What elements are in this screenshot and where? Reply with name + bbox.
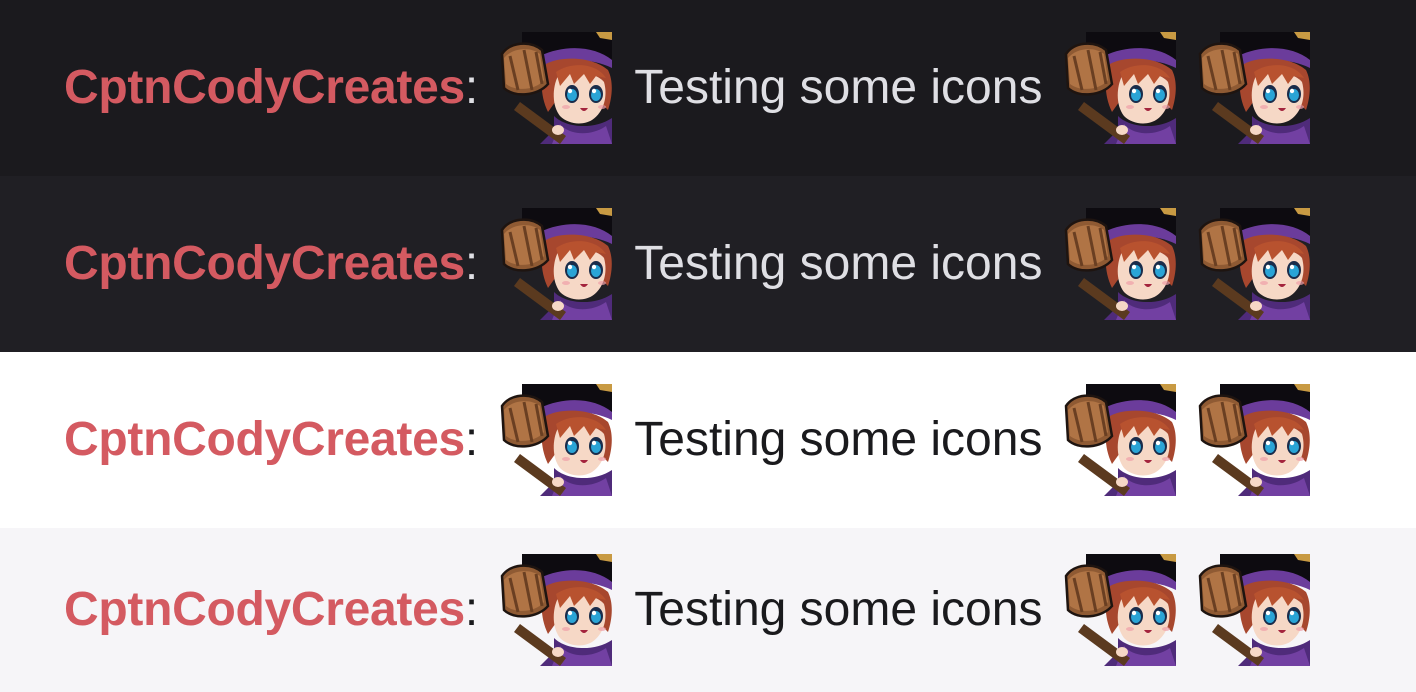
chat-preview-list: CptnCodyCreates : Testing some icons Cpt… <box>0 0 1416 692</box>
hammer-witch-emote-icon <box>500 32 612 144</box>
chat-message-text: Testing some icons <box>634 413 1043 466</box>
chat-row-light-1: CptnCodyCreates : Testing some icons <box>0 352 1416 528</box>
chat-message-text: Testing some icons <box>634 61 1043 114</box>
hammer-witch-emote-icon <box>1198 384 1310 496</box>
chat-message-text: Testing some icons <box>634 237 1043 290</box>
chat-row-dark-2: CptnCodyCreates : Testing some icons <box>0 176 1416 352</box>
hammer-witch-emote-icon <box>1064 32 1176 144</box>
hammer-witch-emote-icon <box>500 384 612 496</box>
chat-separator: : <box>464 413 479 466</box>
hammer-witch-emote-icon <box>1064 208 1176 320</box>
chat-message-text: Testing some icons <box>634 583 1043 636</box>
hammer-witch-emote-icon <box>1064 554 1176 666</box>
hammer-witch-emote-icon <box>1198 208 1310 320</box>
chat-username[interactable]: CptnCodyCreates <box>64 416 465 464</box>
chat-separator: : <box>464 61 479 114</box>
hammer-witch-emote-icon <box>1064 384 1176 496</box>
chat-username[interactable]: CptnCodyCreates <box>64 586 465 634</box>
hammer-witch-emote-icon <box>1198 32 1310 144</box>
chat-separator: : <box>464 583 479 636</box>
hammer-witch-emote-icon <box>1198 554 1310 666</box>
chat-separator: : <box>464 237 479 290</box>
chat-username[interactable]: CptnCodyCreates <box>64 64 465 112</box>
chat-row-light-2: CptnCodyCreates : Testing some icons <box>0 528 1416 692</box>
chat-row-dark-1: CptnCodyCreates : Testing some icons <box>0 0 1416 176</box>
hammer-witch-emote-icon <box>500 554 612 666</box>
chat-username[interactable]: CptnCodyCreates <box>64 240 465 288</box>
hammer-witch-emote-icon <box>500 208 612 320</box>
